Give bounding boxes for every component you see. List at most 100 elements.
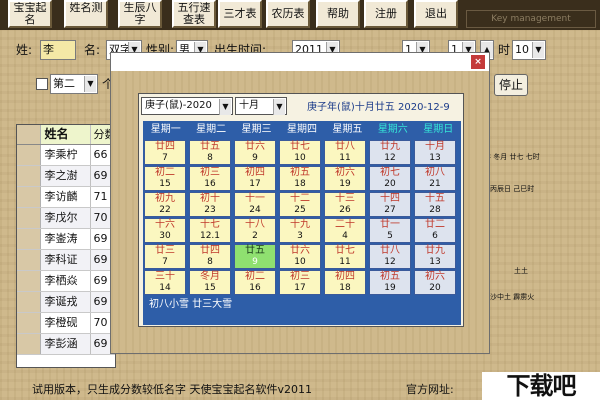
calendar-day[interactable]: 初二 16 (234, 270, 276, 295)
fixed-char-checkbox[interactable] (36, 78, 48, 90)
calendar-day[interactable]: 廿五 8 (189, 140, 231, 165)
month-select[interactable]: 十月 ▼ (235, 97, 287, 115)
lunar-day-label: 初七 (380, 167, 400, 178)
lunar-calendar-button[interactable]: 农历表 (266, 0, 310, 28)
calendar-day[interactable]: 初八 21 (414, 166, 456, 191)
year-select[interactable]: 庚子(鼠)-2020 ▼ (141, 97, 233, 115)
birth-hour-select[interactable]: 10 ▼ (512, 40, 546, 60)
calendar-day[interactable]: 初三 17 (279, 270, 321, 295)
table-row[interactable]: 李崟涛 69 (17, 229, 115, 250)
solar-day-label: 16 (249, 283, 261, 293)
calendar-day[interactable]: 廿四 8 (189, 244, 231, 269)
exit-button[interactable]: 退出 (414, 0, 458, 28)
calendar-day[interactable]: 初十 23 (189, 192, 231, 217)
calendar-day[interactable]: 廿七 10 (279, 140, 321, 165)
chevron-down-icon: ▼ (532, 42, 544, 58)
official-site-label: 官方网址: (406, 383, 454, 396)
month-select-value: 十月 (239, 100, 259, 111)
baby-naming-button[interactable]: 宝宝起名 (8, 0, 52, 28)
chevron-down-icon: ▼ (84, 76, 96, 92)
table-row[interactable]: 李科证 69 (17, 250, 115, 271)
help-button[interactable]: 帮助 (316, 0, 360, 28)
solar-day-label: 20 (429, 283, 441, 293)
lunar-day-label: 初二 (155, 167, 175, 178)
lunar-day-label: 廿七 (335, 245, 355, 256)
calendar-day[interactable]: 十六 30 (144, 218, 186, 243)
birth-chart-button[interactable]: 生辰八字 (118, 0, 162, 28)
calendar-day[interactable]: 廿二 6 (414, 218, 456, 243)
name-test-button[interactable]: 姓名测 (64, 0, 108, 28)
solar-day-label: 13 (429, 153, 441, 163)
three-talents-button[interactable]: 三才表 (218, 0, 262, 28)
calendar-day[interactable]: 十八 2 (234, 218, 276, 243)
calendar-day[interactable]: 廿六 10 (279, 244, 321, 269)
calendar-day[interactable]: 冬月 15 (189, 270, 231, 295)
chevron-down-icon: ▼ (273, 99, 285, 115)
calendar-day[interactable]: 十七 12.1 (189, 218, 231, 243)
bazi-result-panel: 年 冬月 廿七 七时 丙辰日 己巳时 土土 沙中土 霹雳火 (484, 140, 594, 340)
calendar-day[interactable]: 廿五 9 (234, 244, 276, 269)
stop-button[interactable]: 停止 (494, 74, 528, 96)
surname-input[interactable]: 李 (40, 40, 76, 60)
chevron-down-icon: ▼ (219, 99, 231, 115)
table-row[interactable]: 李栖焱 69 (17, 271, 115, 292)
calendar-day[interactable]: 廿三 7 (144, 244, 186, 269)
calendar-day[interactable]: 廿九 13 (414, 244, 456, 269)
main-window: 宝宝起名 姓名测 生辰八字 五行速查表 三才表 农历表 帮助 注册 退出 Key… (0, 0, 600, 400)
dialog-titlebar: × (111, 53, 489, 71)
table-row[interactable]: 李彭涵 69 (17, 334, 115, 355)
name-cell: 李之澍 (41, 166, 92, 186)
calendar-day[interactable]: 十三 26 (324, 192, 366, 217)
lunar-day-label: 十四 (380, 193, 400, 204)
five-elements-table-button[interactable]: 五行速查表 (172, 0, 216, 28)
hour-unit-label: 时 (498, 43, 511, 57)
calendar-day[interactable]: 三十 14 (144, 270, 186, 295)
table-row[interactable]: 李橙砚 70 (17, 313, 115, 334)
column-header-name[interactable]: 姓名 (41, 125, 92, 144)
calendar-day[interactable]: 廿七 11 (324, 244, 366, 269)
calendar-day[interactable]: 十一 24 (234, 192, 276, 217)
close-icon[interactable]: × (471, 55, 485, 69)
lunar-day-label: 初五 (290, 167, 310, 178)
year-select-value: 庚子(鼠)-2020 (145, 100, 212, 111)
solar-day-label: 17 (249, 179, 261, 189)
calendar-day[interactable]: 初三 16 (189, 166, 231, 191)
table-row[interactable]: 李访麟 71 (17, 187, 115, 208)
table-row[interactable]: 李之澍 69 (17, 166, 115, 187)
calendar-day[interactable]: 廿八 11 (324, 140, 366, 165)
calendar-day[interactable]: 二十 4 (324, 218, 366, 243)
calendar-day[interactable]: 十四 27 (369, 192, 411, 217)
table-row[interactable]: 李诞戎 69 (17, 292, 115, 313)
calendar-day[interactable]: 初七 20 (369, 166, 411, 191)
calendar-day[interactable]: 十月 13 (414, 140, 456, 165)
calendar-day[interactable]: 十二 25 (279, 192, 321, 217)
row-header (17, 208, 41, 228)
name-cell: 李乘柠 (41, 145, 92, 165)
key-management-label: Key management (466, 10, 596, 28)
calendar-day[interactable]: 十五 28 (414, 192, 456, 217)
calendar-day[interactable]: 廿一 5 (369, 218, 411, 243)
calendar-day[interactable]: 廿四 7 (144, 140, 186, 165)
calendar-day[interactable]: 初二 15 (144, 166, 186, 191)
calendar-day[interactable]: 廿九 12 (369, 140, 411, 165)
calendar-day[interactable]: 初五 18 (279, 166, 321, 191)
calendar-day[interactable]: 廿六 9 (234, 140, 276, 165)
calendar-day[interactable]: 初四 18 (324, 270, 366, 295)
calendar-day[interactable]: 初五 19 (369, 270, 411, 295)
calendar-day[interactable]: 初四 17 (234, 166, 276, 191)
solar-day-label: 2 (252, 231, 258, 241)
char-position-select[interactable]: 第二 ▼ (50, 74, 98, 94)
solar-day-label: 28 (429, 205, 441, 215)
calendar-day[interactable]: 初六 19 (324, 166, 366, 191)
table-row[interactable]: 李乘柠 66 (17, 145, 115, 166)
calendar-day[interactable]: 初六 20 (414, 270, 456, 295)
calendar-day[interactable]: 初九 22 (144, 192, 186, 217)
calendar-day[interactable]: 十九 3 (279, 218, 321, 243)
table-row[interactable]: 李戊尔 70 (17, 208, 115, 229)
lunar-day-label: 初八 (425, 167, 445, 178)
calendar-day[interactable]: 廿八 12 (369, 244, 411, 269)
lunar-day-label: 初五 (380, 271, 400, 282)
register-button[interactable]: 注册 (364, 0, 408, 28)
solar-day-label: 18 (294, 179, 306, 189)
row-header (17, 166, 41, 186)
